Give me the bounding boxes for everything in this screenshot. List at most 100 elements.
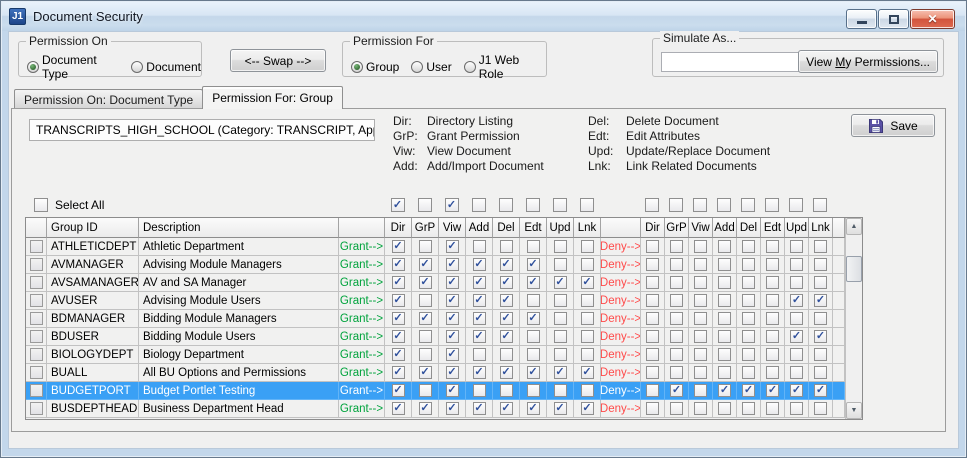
checkbox-checked[interactable]: ✓ bbox=[500, 366, 513, 379]
checkbox-unchecked[interactable] bbox=[742, 402, 755, 415]
checkbox-unchecked[interactable] bbox=[766, 348, 779, 361]
checkbox-unchecked[interactable] bbox=[742, 294, 755, 307]
checkbox-unchecked[interactable] bbox=[554, 348, 567, 361]
checkbox-unchecked[interactable] bbox=[527, 294, 540, 307]
checkbox-checked[interactable]: ✓ bbox=[500, 276, 513, 289]
checkbox-checked[interactable]: ✓ bbox=[814, 294, 827, 307]
checkbox-unchecked[interactable] bbox=[790, 402, 803, 415]
column-header-dir[interactable]: Dir bbox=[641, 218, 665, 238]
checkbox-unchecked[interactable] bbox=[718, 312, 731, 325]
checkbox-checked[interactable]: ✓ bbox=[445, 198, 459, 212]
table-row-buall[interactable]: BUALLAll BU Options and PermissionsGrant… bbox=[26, 364, 845, 382]
checkbox-checked[interactable]: ✓ bbox=[718, 384, 731, 397]
checkbox-checked[interactable]: ✓ bbox=[446, 330, 459, 343]
checkbox-unchecked[interactable] bbox=[742, 330, 755, 343]
column-header-edt[interactable]: Edt bbox=[761, 218, 785, 238]
checkbox-unchecked[interactable] bbox=[554, 312, 567, 325]
checkbox-unchecked[interactable] bbox=[527, 348, 540, 361]
checkbox-unchecked[interactable] bbox=[645, 198, 659, 212]
checkbox-unchecked[interactable] bbox=[670, 330, 683, 343]
column-header-dir[interactable]: Dir bbox=[385, 218, 412, 238]
checkbox-checked[interactable]: ✓ bbox=[392, 348, 405, 361]
checkbox-checked[interactable]: ✓ bbox=[500, 312, 513, 325]
checkbox-unchecked[interactable] bbox=[694, 312, 707, 325]
checkbox-checked[interactable]: ✓ bbox=[527, 402, 540, 415]
checkbox-checked[interactable]: ✓ bbox=[446, 258, 459, 271]
checkbox-unchecked[interactable] bbox=[581, 258, 594, 271]
checkbox-checked[interactable]: ✓ bbox=[473, 330, 486, 343]
checkbox-unchecked[interactable] bbox=[581, 240, 594, 253]
checkbox-unchecked[interactable] bbox=[581, 312, 594, 325]
checkbox-checked[interactable]: ✓ bbox=[392, 330, 405, 343]
checkbox-unchecked[interactable] bbox=[418, 198, 432, 212]
checkbox-unchecked[interactable] bbox=[473, 348, 486, 361]
column-header-viw[interactable]: Viw bbox=[439, 218, 466, 238]
checkbox-unchecked[interactable] bbox=[670, 348, 683, 361]
checkbox-unchecked[interactable] bbox=[742, 240, 755, 253]
checkbox-checked[interactable]: ✓ bbox=[527, 258, 540, 271]
checkbox-unchecked[interactable] bbox=[30, 294, 43, 307]
checkbox-checked[interactable]: ✓ bbox=[419, 402, 432, 415]
radio-j1-web-role[interactable]: J1 Web Role bbox=[464, 53, 546, 81]
checkbox-unchecked[interactable] bbox=[646, 294, 659, 307]
column-header-upd[interactable]: Upd bbox=[785, 218, 809, 238]
vertical-scrollbar[interactable]: ▲ ▼ bbox=[845, 218, 862, 419]
checkbox-unchecked[interactable] bbox=[554, 240, 567, 253]
column-header-add[interactable]: Add bbox=[466, 218, 493, 238]
checkbox-checked[interactable]: ✓ bbox=[392, 294, 405, 307]
column-header-del[interactable]: Del bbox=[737, 218, 761, 238]
table-row-busdepthead[interactable]: BUSDEPTHEADBusiness Department HeadGrant… bbox=[26, 400, 845, 418]
checkbox-checked[interactable]: ✓ bbox=[814, 330, 827, 343]
checkbox-unchecked[interactable] bbox=[30, 366, 43, 379]
checkbox-checked[interactable]: ✓ bbox=[392, 312, 405, 325]
checkbox-unchecked[interactable] bbox=[554, 384, 567, 397]
checkbox-checked[interactable]: ✓ bbox=[392, 366, 405, 379]
checkbox-unchecked[interactable] bbox=[766, 258, 779, 271]
table-row-biologydept[interactable]: BIOLOGYDEPTBiology DepartmentGrant-->✓✓D… bbox=[26, 346, 845, 364]
table-row-avsamanager[interactable]: AVSAMANAGERAV and SA ManagerGrant-->✓✓✓✓… bbox=[26, 274, 845, 292]
checkbox-checked[interactable]: ✓ bbox=[766, 384, 779, 397]
checkbox-checked[interactable]: ✓ bbox=[446, 240, 459, 253]
checkbox-checked[interactable]: ✓ bbox=[392, 276, 405, 289]
checkbox-checked[interactable]: ✓ bbox=[446, 294, 459, 307]
checkbox-unchecked[interactable] bbox=[790, 258, 803, 271]
table-row-budgetport[interactable]: BUDGETPORTBudget Portlet TestingGrant-->… bbox=[26, 382, 845, 400]
checkbox-unchecked[interactable] bbox=[766, 240, 779, 253]
checkbox-unchecked[interactable] bbox=[814, 276, 827, 289]
checkbox-unchecked[interactable] bbox=[766, 330, 779, 343]
checkbox-unchecked[interactable] bbox=[790, 276, 803, 289]
checkbox-unchecked[interactable] bbox=[554, 294, 567, 307]
checkbox-unchecked[interactable] bbox=[814, 258, 827, 271]
checkbox-checked[interactable]: ✓ bbox=[446, 384, 459, 397]
checkbox-unchecked[interactable] bbox=[742, 258, 755, 271]
checkbox-checked[interactable]: ✓ bbox=[392, 402, 405, 415]
checkbox-unchecked[interactable] bbox=[30, 258, 43, 271]
checkbox-unchecked[interactable] bbox=[646, 366, 659, 379]
column-header-group-id[interactable]: Group ID bbox=[47, 218, 139, 238]
checkbox-checked[interactable]: ✓ bbox=[500, 402, 513, 415]
checkbox-unchecked[interactable] bbox=[527, 240, 540, 253]
checkbox-unchecked[interactable] bbox=[814, 240, 827, 253]
checkbox-unchecked[interactable] bbox=[30, 276, 43, 289]
checkbox-checked[interactable]: ✓ bbox=[581, 276, 594, 289]
checkbox-checked[interactable]: ✓ bbox=[742, 384, 755, 397]
table-row-athleticdept[interactable]: ATHLETICDEPTAthletic DepartmentGrant-->✓… bbox=[26, 238, 845, 256]
checkbox-unchecked[interactable] bbox=[30, 312, 43, 325]
checkbox-unchecked[interactable] bbox=[581, 348, 594, 361]
checkbox-unchecked[interactable] bbox=[669, 198, 683, 212]
checkbox-unchecked[interactable] bbox=[554, 330, 567, 343]
close-button[interactable]: ✕ bbox=[910, 9, 955, 29]
checkbox-unchecked[interactable] bbox=[742, 348, 755, 361]
table-row-bdmanager[interactable]: BDMANAGERBidding Module ManagersGrant-->… bbox=[26, 310, 845, 328]
checkbox-checked[interactable]: ✓ bbox=[670, 384, 683, 397]
scroll-down-button[interactable]: ▼ bbox=[846, 402, 862, 419]
checkbox-checked[interactable]: ✓ bbox=[527, 276, 540, 289]
checkbox-unchecked[interactable] bbox=[581, 294, 594, 307]
checkbox-unchecked[interactable] bbox=[789, 198, 803, 212]
checkbox-unchecked[interactable] bbox=[694, 240, 707, 253]
checkbox-checked[interactable]: ✓ bbox=[581, 366, 594, 379]
checkbox-unchecked[interactable] bbox=[718, 330, 731, 343]
checkbox-unchecked[interactable] bbox=[766, 312, 779, 325]
checkbox-checked[interactable]: ✓ bbox=[391, 198, 405, 212]
checkbox-unchecked[interactable] bbox=[527, 330, 540, 343]
